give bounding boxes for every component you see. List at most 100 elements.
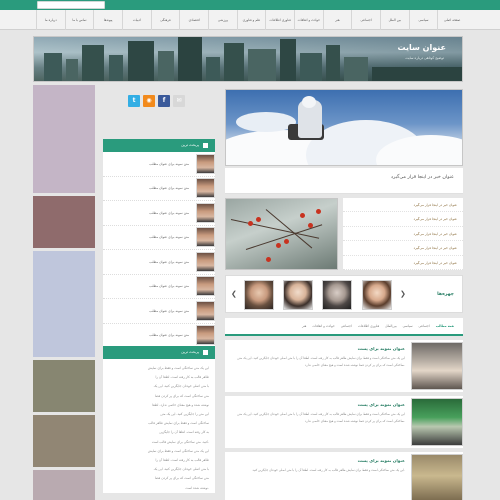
twitter-icon[interactable]: t (128, 95, 140, 107)
news-thumbnail[interactable] (411, 398, 463, 446)
tab-category[interactable]: سیاسی (400, 324, 416, 328)
text-line: نوشته شده و هیچ معنای خاصی ندارد. لطفا (152, 402, 209, 407)
nav-item[interactable]: بین الملل (379, 10, 409, 30)
tab-category[interactable]: اجتماعی (338, 324, 355, 328)
nav-item[interactable]: پیوندها (93, 10, 122, 30)
headline-link[interactable]: عنوان خبر در اینجا قرار می‌گیرد (343, 198, 463, 213)
tab-category[interactable]: اجتماعی (416, 324, 433, 328)
news-excerpt: این یک متن ساختگی است و فقط برای نمایش ظ… (237, 356, 405, 367)
post-thumbnail[interactable] (196, 153, 215, 174)
nav-item[interactable]: هنر (322, 10, 352, 30)
news-item[interactable]: عنوان نمونه برای پست این یک متن ساختگی اس… (225, 340, 463, 392)
list-item[interactable]: متن نمونه برای عنوان مطلب (103, 324, 215, 348)
person-thumbnail[interactable] (362, 280, 392, 310)
post-link[interactable]: متن نمونه برای عنوان مطلب (103, 309, 192, 313)
next-arrow-icon[interactable]: ❯ (400, 290, 406, 298)
ad-banner-slot[interactable] (33, 470, 95, 500)
tab-category[interactable]: فناوری اطلاعات (355, 324, 382, 328)
post-thumbnail[interactable] (196, 325, 215, 346)
main-navigation: صفحه اصلی سیاسی بین الملل اجتماعی هنر حوادث و… (0, 10, 500, 30)
list-item[interactable]: متن نمونه برای عنوان مطلب (103, 299, 215, 324)
nav-item[interactable]: سیاسی (408, 10, 438, 30)
ad-banner-slot[interactable] (33, 85, 95, 193)
person-thumbnail[interactable] (244, 280, 274, 310)
nav-item[interactable]: صفحه اصلی (437, 10, 466, 30)
nav-item[interactable]: اجتماعی (351, 10, 380, 30)
list-item[interactable]: متن نمونه برای عنوان مطلب (103, 177, 215, 201)
tab-category[interactable]: همه مطالب (433, 324, 457, 328)
news-item[interactable]: عنوان نمونه برای پست این یک متن ساختگی اس… (225, 452, 463, 500)
post-thumbnail[interactable] (196, 227, 215, 248)
post-link[interactable]: متن نمونه برای عنوان مطلب (103, 284, 192, 288)
headline-link[interactable]: عنوان خبر در اینجا قرار می‌گیرد (343, 227, 463, 242)
site-title: عنوان سایت (397, 43, 446, 52)
news-title[interactable]: عنوان نمونه برای پست (358, 402, 405, 407)
post-link[interactable]: متن نمونه برای عنوان مطلب (103, 162, 192, 166)
ad-banner-slot[interactable] (33, 196, 95, 248)
post-thumbnail[interactable] (196, 251, 215, 272)
site-banner[interactable]: عنوان سایت توضیح کوتاهی درباره سایت (33, 36, 463, 82)
nav-item[interactable]: حوادث و اتفاقات (293, 10, 323, 30)
email-icon[interactable]: ✉ (173, 95, 185, 107)
nav-item[interactable]: ورزشی (207, 10, 237, 30)
site-tagline: توضیح کوتاهی درباره سایت (405, 56, 444, 60)
headline-link[interactable]: عنوان خبر در اینجا قرار می‌گیرد (343, 256, 463, 270)
headline-link[interactable]: عنوان خبر در اینجا قرار می‌گیرد (343, 212, 463, 227)
news-item[interactable]: عنوان نمونه برای پست این یک متن ساختگی اس… (225, 396, 463, 448)
news-excerpt: این یک متن ساختگی است و فقط برای نمایش ظ… (252, 468, 405, 472)
list-item[interactable]: متن نمونه برای عنوان مطلب (103, 226, 215, 250)
post-link[interactable]: متن نمونه برای عنوان مطلب (103, 186, 192, 190)
news-list: عنوان نمونه برای پست این یک متن ساختگی اس… (225, 340, 463, 500)
ad-banner-slot[interactable] (33, 415, 95, 467)
list-item[interactable]: متن نمونه برای عنوان مطلب (103, 250, 215, 275)
nav-item[interactable]: فناوری اطلاعات (265, 10, 294, 30)
nav-item[interactable]: فرهنگی (150, 10, 180, 30)
headline-link[interactable]: عنوان خبر در اینجا قرار می‌گیرد (343, 241, 463, 256)
featured-image[interactable] (225, 198, 338, 270)
nav-item[interactable]: علم و فناوری (236, 10, 266, 30)
people-label: چهره‌ها (437, 292, 454, 297)
list-item[interactable]: متن نمونه برای عنوان مطلب (103, 275, 215, 299)
ad-banner-slot[interactable] (33, 251, 95, 357)
hero-image[interactable] (225, 89, 463, 166)
news-excerpt: این یک متن ساختگی است و فقط برای نمایش ظ… (237, 412, 405, 423)
sidebar-recent-box: پربحث ترین متن نمونه برای عنوان مطلب متن … (103, 139, 215, 348)
text-line: ظاهر قالب به کار رفته است. لطفا آن را (155, 375, 209, 380)
post-link[interactable]: متن نمونه برای عنوان مطلب (103, 235, 192, 239)
post-thumbnail[interactable] (196, 300, 215, 321)
post-link[interactable]: متن نمونه برای عنوان مطلب (103, 211, 192, 215)
search-input[interactable] (37, 1, 105, 9)
tab-category[interactable]: حوادث و اتفاقات (309, 324, 337, 328)
hero-title[interactable]: عنوان خبر در اینجا قرار می‌گیرد (225, 168, 463, 194)
rss-icon[interactable]: ◉ (143, 95, 155, 107)
list-item[interactable]: متن نمونه برای عنوان مطلب (103, 201, 215, 226)
post-link[interactable]: متن نمونه برای عنوان مطلب (103, 333, 192, 337)
post-link[interactable]: متن نمونه برای عنوان مطلب (103, 260, 192, 264)
ad-banner-slot[interactable] (33, 360, 95, 412)
person-thumbnail[interactable] (283, 280, 313, 310)
text-line: با متن اصلی خودتان جایگزین کنید. این یک (153, 467, 209, 472)
facebook-icon[interactable]: f (158, 95, 170, 107)
news-title[interactable]: عنوان نمونه برای پست (358, 458, 405, 463)
tab-category[interactable]: هنر (299, 324, 309, 328)
nav-item[interactable]: تماس با ما (64, 10, 94, 30)
tab-category[interactable]: بین‌الملل (382, 324, 399, 328)
news-thumbnail[interactable] (411, 342, 463, 390)
header-bullet-icon (203, 143, 208, 148)
nav-item[interactable]: ادبیات (121, 10, 151, 30)
news-thumbnail[interactable] (411, 454, 463, 500)
text-line: این یک متن ساختگی است و فقط برای نمایش (147, 366, 209, 370)
post-thumbnail[interactable] (196, 178, 215, 199)
news-title[interactable]: عنوان نمونه برای پست (358, 346, 405, 351)
post-thumbnail[interactable] (196, 276, 215, 297)
text-line: با متن اصلی خودتان جایگزین کنید. این یک (153, 384, 209, 389)
nav-item[interactable]: اقتصادی (179, 10, 208, 30)
text-line: به کار رفته است. لطفا آن را جایگزین (159, 430, 209, 435)
prev-arrow-icon[interactable]: ❮ (231, 290, 237, 298)
sidebar-text-header: پربحث ترین (103, 346, 215, 359)
post-thumbnail[interactable] (196, 202, 215, 223)
left-column (33, 85, 95, 500)
list-item[interactable]: متن نمونه برای عنوان مطلب (103, 152, 215, 177)
person-thumbnail[interactable] (322, 280, 352, 310)
nav-item[interactable]: درباره ما (35, 10, 65, 30)
